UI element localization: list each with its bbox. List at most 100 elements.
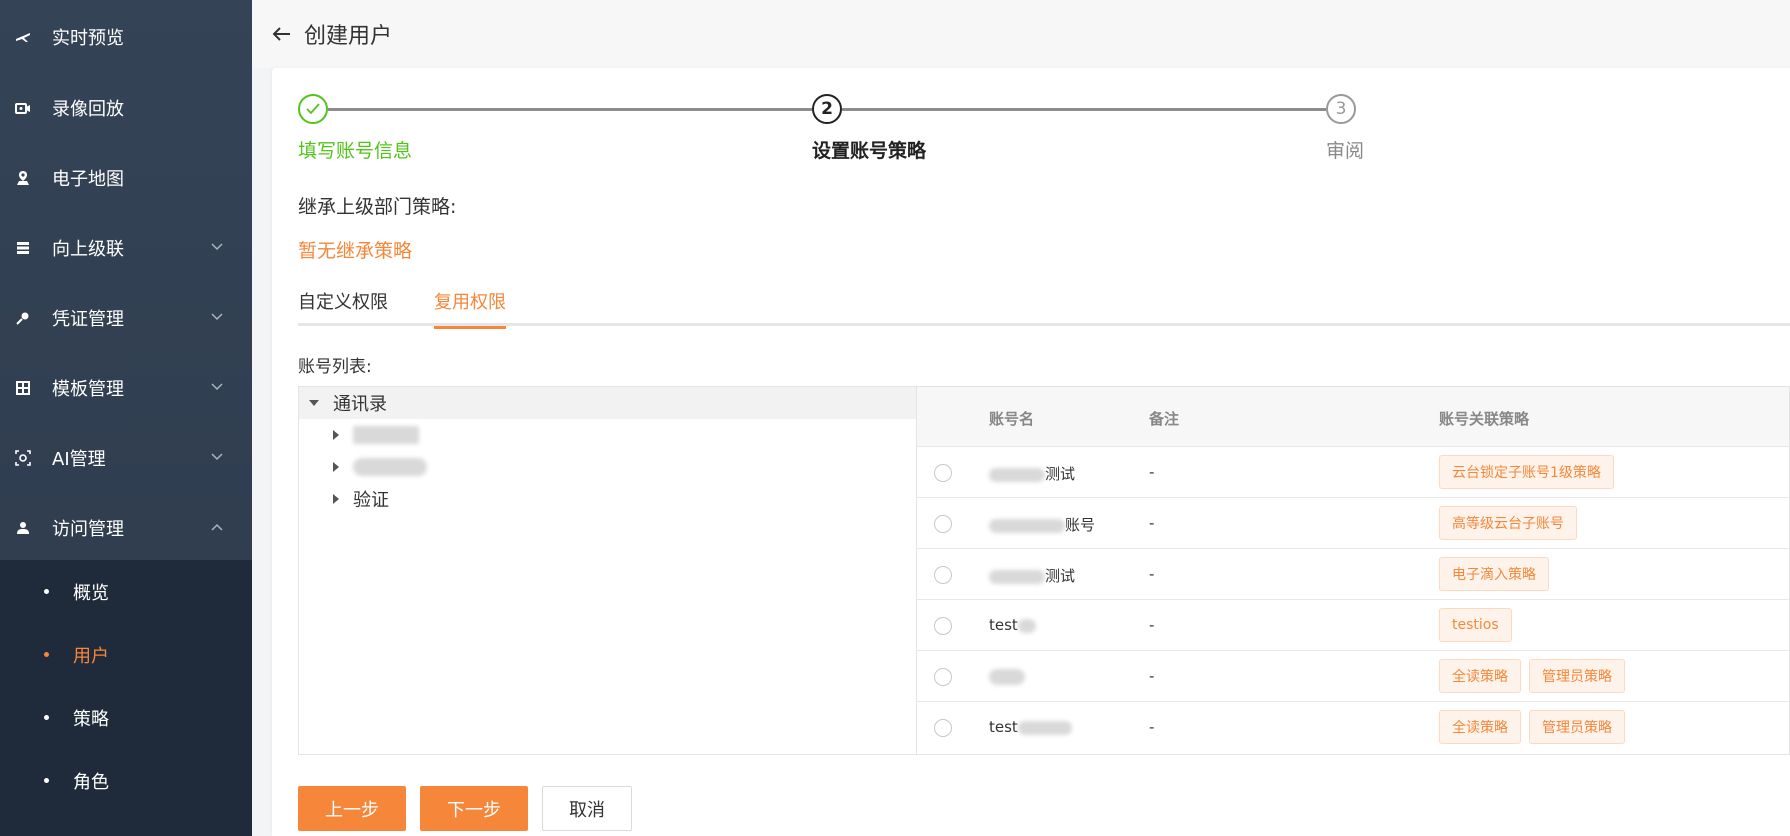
nav-label: 向上级联 <box>52 239 124 260</box>
nav-label: 凭证管理 <box>52 309 124 330</box>
bullet-icon <box>44 715 49 720</box>
step-connector <box>328 108 812 111</box>
access-submenu: 概览 用户 策略 角色 <box>0 560 252 836</box>
tree-root[interactable]: 通讯录 <box>299 387 917 419</box>
policy-tags: 云台锁定子账号1级策略 <box>1439 455 1614 489</box>
redacted-text <box>1017 618 1036 633</box>
sub-item-users[interactable]: 用户 <box>0 623 252 686</box>
bullet-icon <box>44 652 49 657</box>
page-header: 创建用户 <box>252 0 1790 68</box>
row-radio[interactable] <box>934 617 952 635</box>
template-icon <box>14 379 32 397</box>
sub-item-policies[interactable]: 策略 <box>0 686 252 749</box>
account-remark: - <box>1149 463 1155 481</box>
step-connector <box>842 108 1326 111</box>
account-table: 账号名 备注 账号关联策略 测试 - 云台锁定子账号1级策略 账号 - 高等级云… <box>916 386 1790 755</box>
nav-map[interactable]: 电子地图 <box>0 143 252 213</box>
table-header: 账号名 备注 账号关联策略 <box>917 387 1789 447</box>
inherit-empty-text: 暂无继承策略 <box>298 240 413 262</box>
table-row[interactable]: test - testios <box>917 600 1789 651</box>
account-name: 测试 <box>989 565 1075 586</box>
caret-right-icon <box>333 494 339 504</box>
account-name: 测试 <box>989 463 1075 484</box>
row-radio[interactable] <box>934 566 952 584</box>
step-1-circle <box>298 94 328 124</box>
action-buttons: 上一步 下一步 取消 <box>298 786 632 831</box>
nav-label: 模板管理 <box>52 379 124 400</box>
policy-tag: 管理员策略 <box>1529 659 1625 693</box>
step-3-label: 审阅 <box>1326 140 1365 162</box>
live-preview-icon <box>14 28 32 46</box>
policy-tags: 全读策略 管理员策略 <box>1439 659 1625 693</box>
column-header-policy: 账号关联策略 <box>1439 410 1530 428</box>
back-arrow-icon[interactable] <box>272 23 294 45</box>
sub-item-overview[interactable]: 概览 <box>0 560 252 623</box>
redacted-text <box>989 467 1045 482</box>
account-name: 账号 <box>989 514 1095 535</box>
caret-right-icon <box>333 430 339 440</box>
nav-label: 实时预览 <box>52 28 124 49</box>
cancel-button[interactable]: 取消 <box>542 786 632 831</box>
policy-tags: 高等级云台子账号 <box>1439 506 1577 540</box>
row-radio[interactable] <box>934 515 952 533</box>
nav-cascade[interactable]: 向上级联 <box>0 213 252 283</box>
chevron-down-icon <box>210 240 224 254</box>
account-list-label: 账号列表: <box>298 357 372 377</box>
table-row[interactable]: 测试 - 电子滴入策略 <box>917 549 1789 600</box>
nav-label: 电子地图 <box>52 169 124 190</box>
redacted-label <box>353 426 419 444</box>
policy-tag: 云台锁定子账号1级策略 <box>1439 455 1614 489</box>
row-radio[interactable] <box>934 719 952 737</box>
sub-item-label: 角色 <box>73 771 109 793</box>
policy-tag: 管理员策略 <box>1529 710 1625 744</box>
video-playback-icon <box>14 99 32 117</box>
prev-step-button[interactable]: 上一步 <box>298 786 406 831</box>
row-radio[interactable] <box>934 668 952 686</box>
nav-access-management[interactable]: 访问管理 <box>0 493 252 563</box>
tree-root-label: 通讯录 <box>333 394 387 415</box>
step-number: 2 <box>821 99 833 119</box>
tree-node[interactable]: 验证 <box>299 483 917 515</box>
key-icon <box>14 309 32 327</box>
table-row[interactable]: 账号 - 高等级云台子账号 <box>917 498 1789 549</box>
account-remark: - <box>1149 667 1155 685</box>
tree-node[interactable] <box>299 451 917 483</box>
policy-tags: 电子滴入策略 <box>1439 557 1549 591</box>
check-icon <box>306 103 320 115</box>
bullet-icon <box>44 778 49 783</box>
caret-down-icon <box>309 400 319 406</box>
map-icon <box>14 169 32 187</box>
sidebar: 实时预览 录像回放 电子地图 向上级联 凭证管理 模板管理 AI管理 访问管理 … <box>0 0 252 836</box>
step-3-circle: 3 <box>1326 94 1356 124</box>
nav-templates[interactable]: 模板管理 <box>0 353 252 423</box>
policy-tag: 全读策略 <box>1439 710 1521 744</box>
nav-label: AI管理 <box>52 449 106 470</box>
column-header-name: 账号名 <box>989 410 1035 428</box>
nav-credentials[interactable]: 凭证管理 <box>0 283 252 353</box>
tab-custom-permission[interactable]: 自定义权限 <box>298 276 388 326</box>
tree-node[interactable] <box>299 419 917 451</box>
next-step-button[interactable]: 下一步 <box>420 786 528 831</box>
nav-label: 访问管理 <box>52 519 124 540</box>
account-remark: - <box>1149 718 1155 736</box>
directory-tree: 通讯录 验证 <box>298 386 917 755</box>
tab-reuse-permission[interactable]: 复用权限 <box>434 276 506 329</box>
redacted-text <box>989 569 1045 584</box>
nav-ai[interactable]: AI管理 <box>0 423 252 493</box>
steps: 2 3 填写账号信息 设置账号策略 审阅 <box>298 94 1398 164</box>
nav-video-playback[interactable]: 录像回放 <box>0 73 252 143</box>
nav-live-preview[interactable]: 实时预览 <box>0 2 252 72</box>
user-icon <box>14 519 32 537</box>
row-radio[interactable] <box>934 464 952 482</box>
sub-item-roles[interactable]: 角色 <box>0 749 252 812</box>
account-name: test <box>989 616 1036 634</box>
sub-item-label: 概览 <box>73 582 109 604</box>
account-name <box>989 667 1025 685</box>
table-row[interactable]: 测试 - 云台锁定子账号1级策略 <box>917 447 1789 498</box>
chevron-down-icon <box>210 380 224 394</box>
tree-node-label: 验证 <box>353 490 389 511</box>
table-row[interactable]: - 全读策略 管理员策略 <box>917 651 1789 702</box>
chevron-down-icon <box>210 310 224 324</box>
table-row[interactable]: test - 全读策略 管理员策略 <box>917 702 1789 753</box>
inherit-title: 继承上级部门策略: <box>298 196 457 218</box>
